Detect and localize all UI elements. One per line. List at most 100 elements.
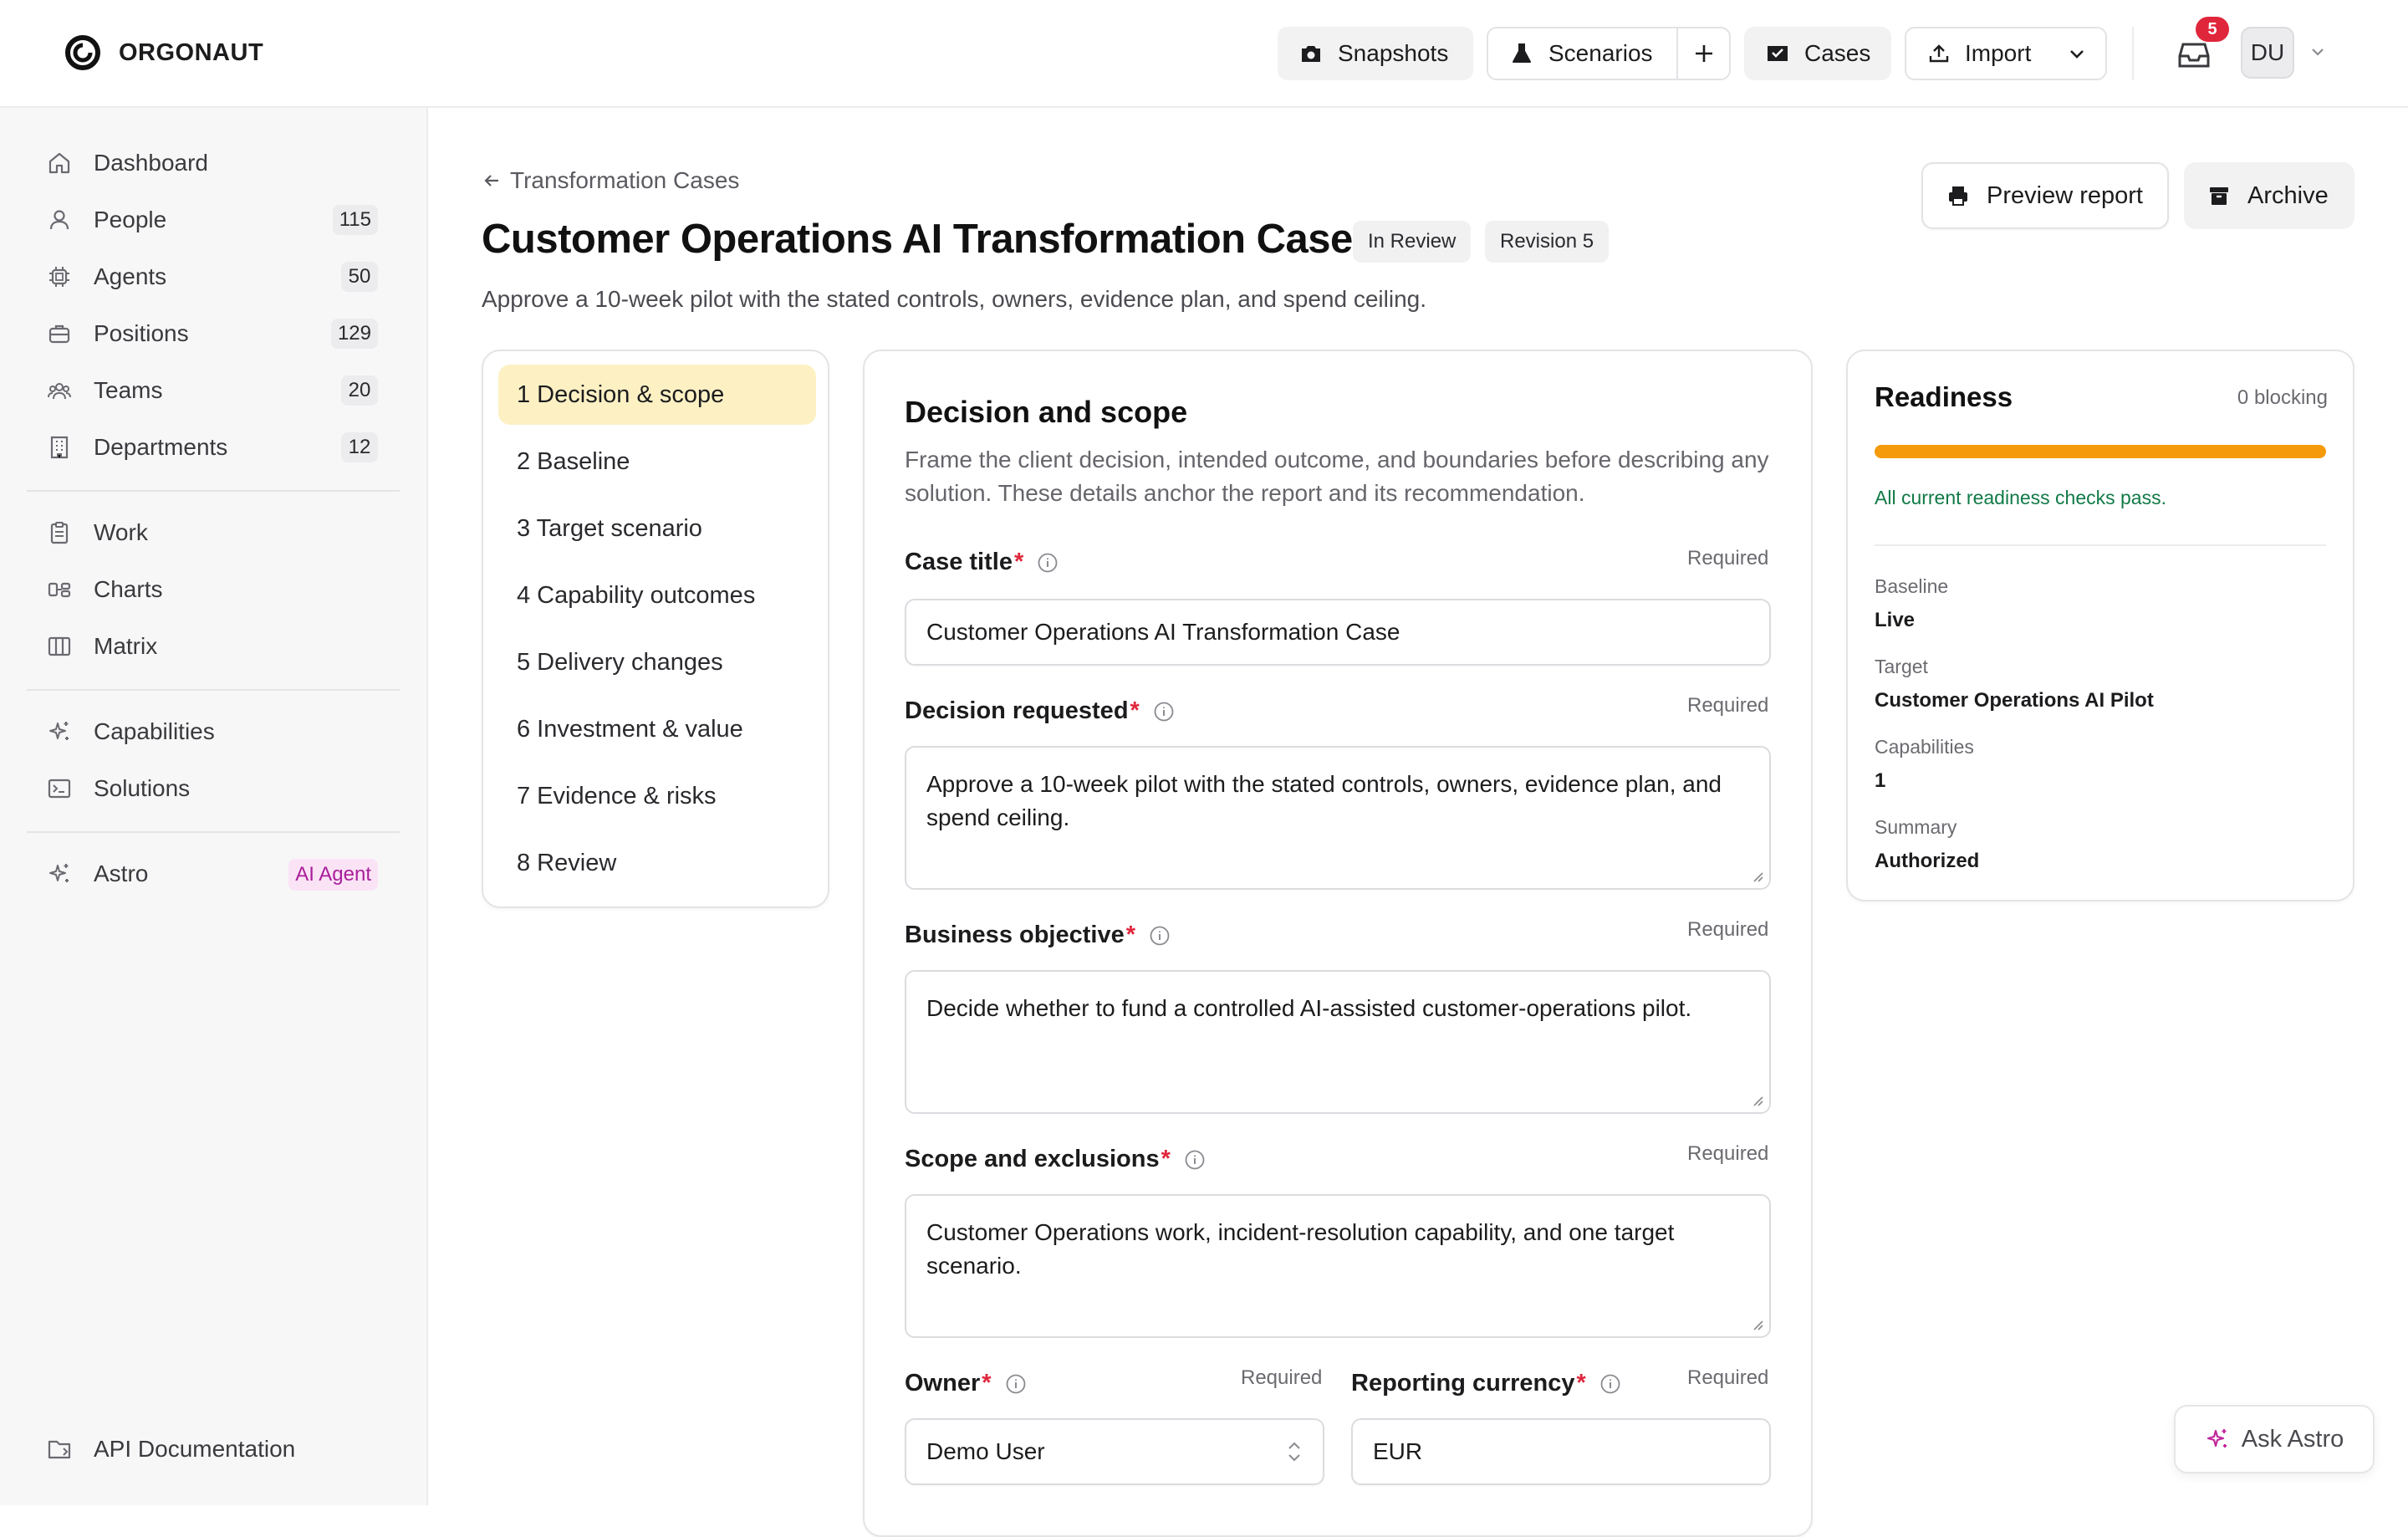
- case-title-input[interactable]: Customer Operations AI Transformation Ca…: [905, 599, 1771, 666]
- sidebar-item-label: Solutions: [94, 775, 191, 801]
- flask-icon: [1513, 43, 1531, 63]
- count-badge: 12: [341, 432, 378, 462]
- printer-icon: [1949, 186, 1967, 206]
- folder-code-icon: [48, 1440, 71, 1459]
- info-icon[interactable]: [1149, 925, 1171, 947]
- ask-astro-button[interactable]: Ask Astro: [2174, 1405, 2375, 1473]
- sidebar-item-people[interactable]: People 115: [47, 197, 378, 243]
- breadcrumb-label: Transformation Cases: [510, 167, 740, 193]
- snapshots-button[interactable]: Snapshots: [1278, 27, 1473, 80]
- sidebar-item-solutions[interactable]: Solutions: [47, 765, 378, 812]
- sidebar-item-label: Work: [94, 519, 148, 545]
- step-investment-value[interactable]: 6 Investment & value: [498, 699, 816, 759]
- sidebar-item-label: Agents: [94, 263, 167, 289]
- scenarios-button[interactable]: Scenarios: [1488, 28, 1676, 79]
- sidebar-item-label: Capabilities: [94, 718, 215, 744]
- info-icon[interactable]: [1184, 1149, 1206, 1171]
- ask-astro-label: Ask Astro: [2241, 1425, 2344, 1453]
- sidebar-item-departments[interactable]: Departments 12: [47, 424, 378, 471]
- textarea-value: Customer Operations work, incident-resol…: [926, 1219, 1675, 1279]
- scope-exclusions-textarea[interactable]: Customer Operations work, incident-resol…: [905, 1194, 1771, 1338]
- required-hint: Required: [1687, 694, 1769, 717]
- cases-label: Cases: [1804, 40, 1871, 66]
- decision-requested-textarea[interactable]: Approve a 10-week pilot with the stated …: [905, 746, 1771, 890]
- sidebar-item-label: Astro: [94, 860, 149, 886]
- info-icon[interactable]: [1153, 701, 1175, 723]
- business-objective-textarea[interactable]: Decide whether to fund a controlled AI-a…: [905, 970, 1771, 1114]
- sidebar-divider: [27, 831, 400, 833]
- top-bar: ORGONAUT Snapshots Scenarios Cases Impor…: [0, 0, 2408, 108]
- scenarios-label: Scenarios: [1548, 40, 1653, 66]
- notification-badge: 5: [2196, 17, 2229, 42]
- cases-button[interactable]: Cases: [1744, 27, 1891, 80]
- sidebar-item-api-documentation[interactable]: API Documentation: [47, 1426, 378, 1473]
- columns-icon: [48, 636, 71, 656]
- scenarios-group: Scenarios: [1487, 27, 1731, 80]
- step-decision-scope[interactable]: 1 Decision & scope: [498, 365, 816, 425]
- sidebar-item-teams[interactable]: Teams 20: [47, 367, 378, 414]
- orgonaut-logo-icon: [65, 35, 100, 70]
- resize-grip-icon[interactable]: [1751, 1318, 1764, 1331]
- resize-grip-icon[interactable]: [1751, 1094, 1764, 1107]
- import-menu-button[interactable]: [2048, 28, 2105, 79]
- chevron-up-down-icon: [1288, 1442, 1300, 1462]
- reporting-currency-input[interactable]: EUR: [1351, 1418, 1771, 1485]
- sidebar-item-astro[interactable]: Astro AI Agent: [47, 850, 378, 897]
- sidebar-item-matrix[interactable]: Matrix: [47, 623, 378, 670]
- app-logo[interactable]: ORGONAUT: [64, 33, 263, 72]
- inbox-button[interactable]: 5: [2172, 17, 2229, 77]
- step-target-scenario[interactable]: 3 Target scenario: [498, 498, 816, 559]
- preview-report-button[interactable]: Preview report: [1921, 162, 2169, 229]
- building-icon: [50, 436, 69, 459]
- sidebar-item-label: People: [94, 207, 167, 232]
- org-chart-icon: [48, 582, 71, 598]
- ai-agent-badge: AI Agent: [288, 859, 378, 891]
- step-baseline[interactable]: 2 Baseline: [498, 431, 816, 492]
- step-capability-outcomes[interactable]: 4 Capability outcomes: [498, 565, 816, 626]
- case-title-label: Case title *: [905, 549, 1059, 576]
- sparkles-icon: [2206, 1429, 2227, 1448]
- info-icon[interactable]: [1005, 1373, 1027, 1395]
- archive-label: Archive: [2247, 181, 2329, 209]
- user-menu-button[interactable]: [2308, 42, 2333, 67]
- preview-report-label: Preview report: [1987, 181, 2143, 209]
- sidebar-item-label: Departments: [94, 434, 228, 460]
- required-hint: Required: [1687, 1366, 1769, 1389]
- add-scenario-button[interactable]: [1678, 28, 1729, 79]
- chevron-down-icon: [2312, 49, 2324, 56]
- info-icon[interactable]: [1037, 552, 1059, 574]
- step-evidence-risks[interactable]: 7 Evidence & risks: [498, 766, 816, 826]
- info-icon[interactable]: [1599, 1373, 1621, 1395]
- resize-grip-icon[interactable]: [1751, 870, 1764, 883]
- plus-icon: [1695, 45, 1712, 62]
- breadcrumb[interactable]: Transformation Cases: [482, 167, 739, 194]
- camera-icon: [1302, 46, 1320, 62]
- sidebar-item-positions[interactable]: Positions 129: [47, 310, 378, 357]
- baseline-label: Baseline: [1875, 575, 1949, 597]
- sidebar-item-capabilities[interactable]: Capabilities: [47, 708, 378, 755]
- target-value: Customer Operations AI Pilot: [1875, 689, 2154, 712]
- sidebar-item-charts[interactable]: Charts: [47, 566, 378, 613]
- status-badge: In Review: [1353, 221, 1472, 263]
- home-icon: [48, 152, 70, 174]
- user-avatar[interactable]: DU: [2241, 27, 2294, 79]
- briefcase-check-icon: [1768, 46, 1788, 61]
- archive-button[interactable]: Archive: [2184, 162, 2354, 229]
- required-hint: Required: [1241, 1366, 1323, 1389]
- step-delivery-changes[interactable]: 5 Delivery changes: [498, 632, 816, 692]
- snapshots-label: Snapshots: [1338, 40, 1449, 66]
- clipboard-icon: [50, 522, 69, 544]
- sparkles-icon: [49, 722, 69, 740]
- sidebar-item-dashboard[interactable]: Dashboard: [47, 140, 378, 186]
- count-badge: 50: [341, 262, 378, 292]
- step-review[interactable]: 8 Review: [498, 833, 816, 893]
- revision-badge: Revision 5: [1485, 221, 1610, 263]
- terminal-icon: [48, 779, 71, 799]
- sidebar-item-agents[interactable]: Agents 50: [47, 253, 378, 300]
- owner-select[interactable]: Demo User: [905, 1418, 1324, 1485]
- textarea-value: Decide whether to fund a controlled AI-a…: [926, 995, 1692, 1021]
- import-button[interactable]: Import: [1906, 28, 2048, 79]
- sidebar-item-work[interactable]: Work: [47, 509, 378, 556]
- readiness-title: Readiness: [1875, 381, 2013, 412]
- required-hint: Required: [1687, 1142, 1769, 1165]
